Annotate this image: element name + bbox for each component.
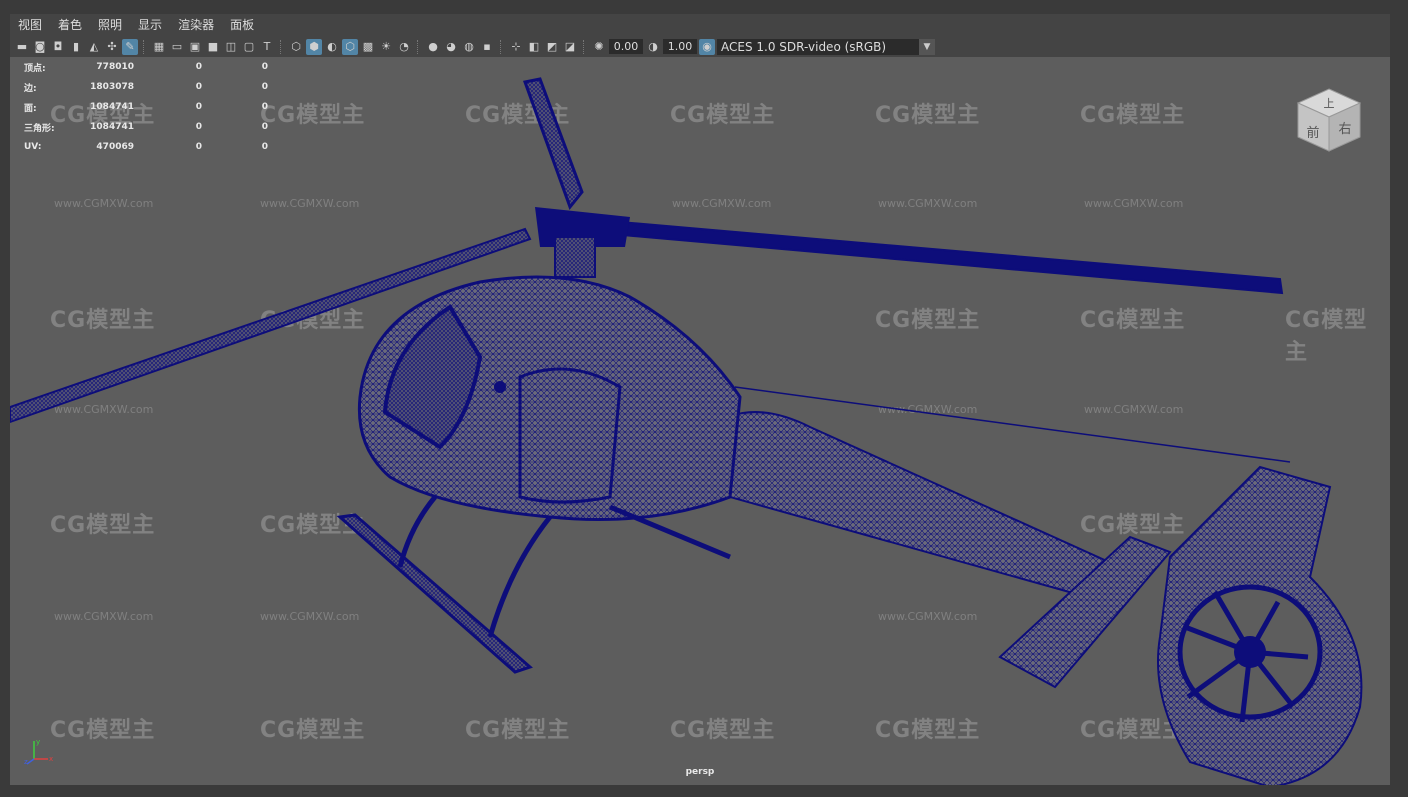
safe-action-icon[interactable]: ▢ [241,39,257,55]
fan-hub [1234,636,1266,668]
axis-z-label: z [24,758,28,766]
wireframe-icon[interactable]: ⬡ [288,39,304,55]
field-chart-icon[interactable]: ◫ [223,39,239,55]
hud-value: 0 [261,102,268,112]
gate-mask-icon[interactable]: ■ [205,39,221,55]
xray-icon[interactable]: ◧ [526,39,542,55]
pivot-icon[interactable]: ✣ [104,39,120,55]
toolbar-divider [417,39,420,54]
skid-strut [487,515,552,638]
anti-aliasing-icon[interactable]: ◍ [461,39,477,55]
hud-row-faces: 面: 1084741 0 0 [24,97,268,117]
color-management-icon[interactable]: ◉ [699,38,715,55]
axis-x-label: x [49,755,53,763]
film-gate-icon[interactable]: ▭ [169,39,185,55]
chevron-down-icon: ▼ [919,38,935,55]
hud-label: 三角形: [24,123,55,134]
hud-value: 0 [195,142,202,152]
axis-y-label: y [36,738,40,746]
viewport-menubar: 视图 着色 照明 显示 渲染器 面板 [10,14,1390,36]
isolate-select-icon[interactable]: ⊹ [508,39,524,55]
viewcube-top-label[interactable]: 上 [1324,97,1335,110]
grid-icon[interactable]: ▦ [151,39,167,55]
hud-value: 0 [195,62,202,72]
landing-skid-front [336,513,533,674]
gamma-icon[interactable]: ◑ [645,39,661,55]
viewcube-front-label[interactable]: 前 [1306,125,1319,141]
viewcube[interactable]: 上 前 右 [1294,85,1364,155]
gamma-field[interactable]: 1.00 [663,39,697,54]
menu-view[interactable]: 视图 [10,14,50,36]
hud-value: 0 [261,142,268,152]
hud-label: 顶点: [24,63,46,74]
bookmark-icon[interactable]: ◘ [50,39,66,55]
cabin-vent [494,381,506,393]
shadows-icon[interactable]: ◔ [396,39,412,55]
wireframe-on-shaded-icon[interactable]: ⬡ [342,38,358,55]
hud-value: 1803078 [90,82,134,92]
color-space-value: ACES 1.0 SDR-video (sRGB) [721,39,887,54]
motion-blur-icon[interactable]: ◕ [443,39,459,55]
persp-viewport[interactable]: CG模型主 CG模型主 CG模型主 CG模型主 CG模型主 CG模型主 CG模型… [10,57,1390,785]
menu-panels[interactable]: 面板 [222,14,262,36]
select-camera-icon[interactable]: ▬ [14,39,30,55]
toolbar-divider [280,39,283,54]
skid-strut [397,495,437,568]
viewcube-right-label[interactable]: 右 [1338,122,1351,137]
exposure-field[interactable]: 0.00 [609,39,643,54]
hud-row-uvs: UV: 470069 0 0 [24,137,268,157]
resolution-gate-icon[interactable]: ▣ [187,39,203,55]
hud-value: 0 [195,122,202,132]
hud-label: 边: [24,83,37,94]
grease-pencil-icon[interactable]: ◭ [86,39,102,55]
screen-space-ao-icon[interactable]: ● [425,39,441,55]
depth-of-field-icon[interactable]: ▪ [479,39,495,55]
xray-joints-icon[interactable]: ◩ [544,39,560,55]
hud-value: 0 [195,82,202,92]
hud-value: 0 [195,102,202,112]
hud-value: 0 [261,82,268,92]
hud-value: 0 [261,62,268,72]
hud-value: 778010 [96,62,134,72]
exposure-icon[interactable]: ✺ [591,39,607,55]
xray-components-icon[interactable]: ◪ [562,39,578,55]
camera-attributes-icon[interactable]: ◙ [32,39,48,55]
menu-shading[interactable]: 着色 [50,14,90,36]
color-space-select[interactable]: ACES 1.0 SDR-video (sRGB) ▼ [717,38,935,55]
hud-label: 面: [24,103,37,114]
hud-value: 0 [261,122,268,132]
hud-row-edges: 边: 1803078 0 0 [24,77,268,97]
menu-renderer[interactable]: 渲染器 [170,14,222,36]
image-plane-icon[interactable]: ▮ [68,39,84,55]
toolbar-divider [500,39,503,54]
tail-boom [708,411,1122,604]
maya-window: 视图 着色 照明 显示 渲染器 面板 ▬ ◙ ◘ ▮ ◭ ✣ ✎ ▦ ▭ ▣ ■… [0,0,1408,797]
helicopter-wireframe-model[interactable] [10,57,1390,785]
rotor-mast [554,236,596,278]
axis-gizmo: y x z [24,738,53,766]
default-material-icon[interactable]: ◐ [324,39,340,55]
hud-row-vertices: 顶点: 778010 0 0 [24,57,268,77]
hud-label: UV: [24,142,42,152]
hud-value: 470069 [96,142,134,152]
menu-lighting[interactable]: 照明 [90,14,130,36]
poly-count-hud: 顶点: 778010 0 0 边: 1803078 0 0 面: 1084741… [24,57,268,157]
toolbar-divider [583,39,586,54]
viewport-toolbar: ▬ ◙ ◘ ▮ ◭ ✣ ✎ ▦ ▭ ▣ ■ ◫ ▢ T ⬡ ⬢ ◐ ⬡ ▩ ☀ … [10,36,1390,57]
textured-icon[interactable]: ▩ [360,39,376,55]
hud-value: 1084741 [90,122,134,132]
pencil-icon[interactable]: ✎ [122,38,138,55]
hud-row-triangles: 三角形: 1084741 0 0 [24,117,268,137]
camera-name-label: persp [685,767,715,777]
main-rotor-blade-right [618,220,1284,295]
main-rotor-blade-back [522,77,584,211]
menu-show[interactable]: 显示 [130,14,170,36]
safe-title-icon[interactable]: T [259,39,275,55]
hud-value: 1084741 [90,102,134,112]
toolbar-divider [143,39,146,54]
smooth-shade-icon[interactable]: ⬢ [306,38,322,55]
lights-icon[interactable]: ☀ [378,39,394,55]
